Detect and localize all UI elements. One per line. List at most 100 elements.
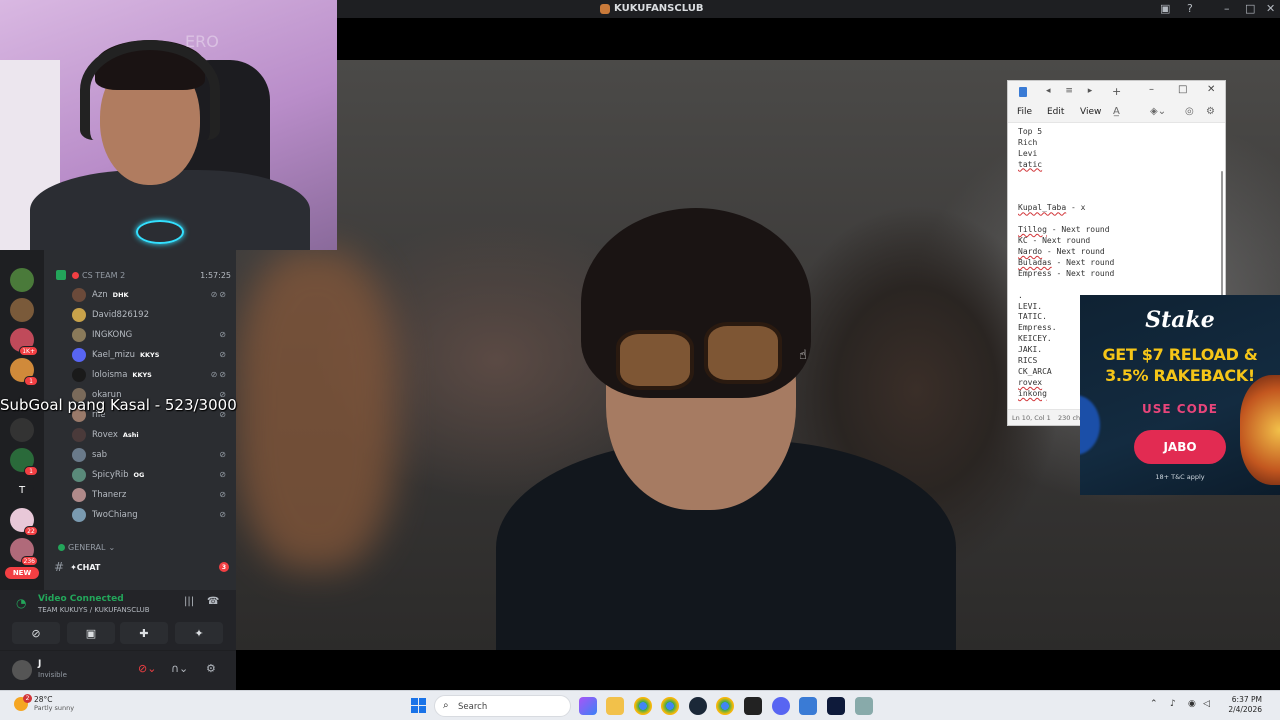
voice-member[interactable]: sab ⊘ [72,447,232,463]
voice-status-text[interactable]: Video Connected [38,594,124,604]
tray-chevron-icon[interactable]: ⌃ [1150,699,1158,709]
server-icon-7[interactable]: 22 [10,508,38,536]
weather-condition: Partly sunny [34,704,75,712]
notepad-line [1018,214,1218,225]
stake-logo: Stake [1145,307,1215,333]
discord-icon[interactable] [772,697,790,715]
chrome-icon[interactable] [634,697,652,715]
voice-member[interactable]: SpicyRib OG ⊘ [72,467,232,483]
close-button[interactable]: ✕ [1266,2,1275,15]
voice-channel-path[interactable]: TEAM KUKUYS / KUKUFANSCLUB [38,606,150,614]
avatar [72,488,86,502]
voice-member[interactable]: loloisma KKYS ⊘⊘ [72,367,232,383]
unread-badge: 1 [24,376,38,386]
mouse-cursor-icon: ☝ [799,348,807,363]
server-icon-4[interactable]: 1 [10,358,38,386]
disconnect-icon[interactable]: ☎ [207,596,219,607]
help-icon[interactable]: ? [1187,2,1193,15]
notepad-line: Tillog - Next round [1018,225,1110,235]
clock[interactable]: 6:37 PM 2/4/2026 [1222,695,1262,715]
server-icon-text[interactable]: T [10,478,34,502]
new-unreads-pill[interactable]: NEW [5,567,39,579]
copilot-icon[interactable]: ◈⌄ [1150,106,1166,117]
menu-view[interactable]: View [1080,107,1101,117]
channel-list: CS TEAM 2 1:57:25 Azn DHK ⊘⊘ David826192… [44,250,236,590]
camera-off-button[interactable]: ⊘ [12,622,60,644]
gear-icon[interactable]: ⚙ [206,662,216,675]
text-format-icon[interactable]: A̲ [1113,106,1120,117]
username[interactable]: J [38,659,41,669]
minimize-button[interactable]: – [1224,2,1230,15]
chrome-profile-icon[interactable] [661,697,679,715]
avatar [72,428,86,442]
cursor-position: Ln 10, Col 1 [1012,414,1051,422]
ad-code-button[interactable]: JABO [1134,430,1226,464]
notepad-maximize-button[interactable]: □ [1178,84,1187,95]
server-icon-6[interactable]: 1 [10,448,38,476]
microphone-muted-icon[interactable]: ⊘⌄ [138,662,156,675]
signal-icon[interactable]: ◔ [16,596,26,610]
category-general[interactable]: GENERAL ⌄ [58,543,115,552]
notepad-titlebar: ◂ ≡ ▸ + – □ ✕ [1008,81,1225,101]
screen-share-icon[interactable]: ▣ [1160,2,1170,15]
voice-member[interactable]: David826192 [72,307,232,323]
weather-badge: 2 [23,693,32,703]
stake-ad-banner[interactable]: Stake GET $7 RELOAD & 3.5% RAKEBACK! USE… [1080,295,1280,495]
member-name: TwoChiang [92,510,138,520]
search-icon: ⌕ [443,700,449,711]
noise-suppression-icon[interactable]: ||| [184,596,194,607]
live-dot-icon [72,271,79,279]
notepad-taskbar-icon[interactable] [799,697,817,715]
tab-nav-arrows-icon[interactable]: ◂ ≡ ▸ [1046,86,1098,96]
shirt-led-ring [136,220,184,244]
account-icon[interactable]: ◎ [1185,106,1194,117]
notepad-scrollbar[interactable] [1221,171,1223,301]
voice-member[interactable]: TwoChiang ⊘ [72,507,232,523]
glasses-left-lens [616,330,694,390]
voice-member[interactable]: INGKONG ⊘ [72,327,232,343]
notepad-close-button[interactable]: ✕ [1207,84,1215,95]
file-explorer-icon[interactable] [606,697,624,715]
server-icon-2[interactable] [10,298,34,322]
voice-member[interactable]: Thanerz ⊘ [72,487,232,503]
headphones-icon[interactable]: ∩⌄ [171,662,188,675]
start-button[interactable] [411,698,426,713]
category-name: GENERAL [68,543,106,552]
channel-chat[interactable]: # ✦CHAT 3 [54,560,229,574]
volume-icon[interactable]: ◁ [1203,699,1210,709]
network-icon[interactable]: ◉ [1188,699,1196,709]
soundboard-button[interactable]: ✦ [175,622,223,644]
menu-edit[interactable]: Edit [1047,107,1064,117]
avatar [72,448,86,462]
clock-time: 6:37 PM [1231,695,1262,704]
voice-channel-row[interactable]: CS TEAM 2 1:57:25 [56,268,231,282]
search-label: Search [458,702,488,712]
server-icon-5[interactable] [10,418,34,442]
member-tag: OG [133,471,145,479]
server-icon-1[interactable] [10,268,34,292]
terminal-icon[interactable] [744,697,762,715]
notepad-minimize-button[interactable]: – [1149,84,1154,95]
server-icon-3[interactable]: 1K+ [10,328,38,356]
editor-icon[interactable] [827,697,845,715]
taskbar-search[interactable]: ⌕ Search [434,695,571,717]
new-tab-button[interactable]: + [1112,85,1121,98]
copilot-app-icon[interactable] [579,697,597,715]
screen-share-button[interactable]: ▣ [67,622,115,644]
server-icon-8[interactable]: 236 [10,538,38,566]
voice-member[interactable]: Kael_mizu KKYS ⊘ [72,347,232,363]
chrome-alt-icon[interactable] [716,697,734,715]
microphone-icon[interactable]: ♪ [1170,699,1176,709]
maximize-button[interactable]: □ [1245,2,1255,15]
weather-widget[interactable]: 2 28°C Partly sunny [14,693,75,712]
voice-member[interactable]: Azn DHK ⊘⊘ [72,287,232,303]
voice-member[interactable]: Rovex Ashi [72,427,232,443]
temperature: 28°C [34,695,53,704]
steam-icon[interactable] [689,697,707,715]
settings-gear-icon[interactable]: ⚙ [1206,106,1215,117]
activities-button[interactable]: ✚ [120,622,168,644]
snipping-tool-icon[interactable] [855,697,873,715]
unread-badge: 22 [24,526,38,536]
menu-file[interactable]: File [1017,107,1032,117]
avatar[interactable] [12,660,32,680]
